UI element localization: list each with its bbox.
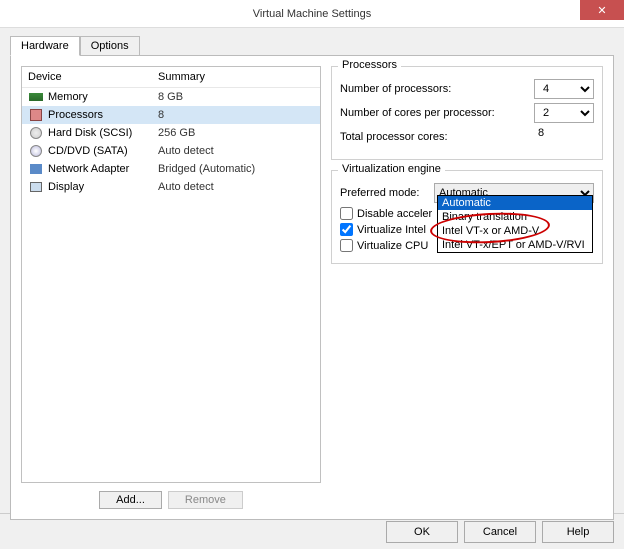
device-row-hard-disk-scsi-[interactable]: Hard Disk (SCSI)256 GB: [22, 124, 320, 142]
close-icon: ✕: [597, 4, 606, 17]
virtualize-intel-label: Virtualize Intel: [357, 224, 426, 236]
cpu-icon: [28, 108, 44, 122]
group-title-ve: Virtualization engine: [338, 163, 445, 175]
tab-hardware[interactable]: Hardware: [10, 36, 80, 56]
preferred-mode-dropdown[interactable]: Automatic Binary translation Intel VT-x …: [437, 195, 593, 253]
virtualize-intel-checkbox[interactable]: [340, 223, 353, 236]
group-processors: Processors Number of processors: 4 Numbe…: [331, 66, 603, 160]
num-processors-label: Number of processors:: [340, 83, 534, 95]
device-name: CD/DVD (SATA): [48, 145, 158, 157]
add-button[interactable]: Add...: [99, 491, 162, 509]
cancel-button[interactable]: Cancel: [464, 521, 536, 543]
tab-options[interactable]: Options: [80, 36, 140, 55]
left-panel: Device Summary Memory8 GBProcessors8Hard…: [21, 66, 321, 509]
net-icon: [28, 162, 44, 176]
device-name: Memory: [48, 91, 158, 103]
content-area: Hardware Options Device Summary Memory8 …: [0, 28, 624, 513]
right-panel: Processors Number of processors: 4 Numbe…: [331, 66, 603, 509]
cd-icon: [28, 144, 44, 158]
hdd-icon: [28, 126, 44, 140]
cores-per-proc-select[interactable]: 2: [534, 103, 594, 123]
device-buttons: Add... Remove: [21, 483, 321, 509]
group-title-processors: Processors: [338, 59, 401, 71]
total-cores-label: Total processor cores:: [340, 131, 534, 143]
device-list: Device Summary Memory8 GBProcessors8Hard…: [21, 66, 321, 483]
device-summary: Bridged (Automatic): [158, 163, 255, 175]
device-row-memory[interactable]: Memory8 GB: [22, 88, 320, 106]
device-row-processors[interactable]: Processors8: [22, 106, 320, 124]
device-name: Processors: [48, 109, 158, 121]
device-list-header: Device Summary: [22, 67, 320, 88]
disable-accel-checkbox[interactable]: [340, 207, 353, 220]
dropdown-option[interactable]: Binary translation: [438, 210, 592, 224]
close-button[interactable]: ✕: [580, 0, 624, 20]
disp-icon: [28, 180, 44, 194]
virtualize-cpu-label: Virtualize CPU: [357, 240, 428, 252]
dropdown-option[interactable]: Automatic: [438, 196, 592, 210]
titlebar: Virtual Machine Settings ✕: [0, 0, 624, 28]
preferred-mode-label: Preferred mode:: [340, 187, 430, 199]
group-virtualization-engine: Virtualization engine Preferred mode: Au…: [331, 170, 603, 264]
window-title: Virtual Machine Settings: [253, 8, 371, 20]
dropdown-option[interactable]: Intel VT-x/EPT or AMD-V/RVI: [438, 238, 592, 252]
tab-body: Device Summary Memory8 GBProcessors8Hard…: [10, 55, 614, 520]
virtualize-cpu-checkbox[interactable]: [340, 239, 353, 252]
device-summary: Auto detect: [158, 181, 214, 193]
disable-accel-label: Disable acceler: [357, 208, 432, 220]
ok-button[interactable]: OK: [386, 521, 458, 543]
cores-per-proc-label: Number of cores per processor:: [340, 107, 534, 119]
col-device: Device: [28, 71, 158, 83]
mem-icon: [28, 90, 44, 104]
device-summary: 8 GB: [158, 91, 183, 103]
device-row-cd-dvd-sata-[interactable]: CD/DVD (SATA)Auto detect: [22, 142, 320, 160]
dropdown-option[interactable]: Intel VT-x or AMD-V: [438, 224, 592, 238]
device-row-display[interactable]: DisplayAuto detect: [22, 178, 320, 196]
col-summary: Summary: [158, 71, 205, 83]
device-summary: 256 GB: [158, 127, 195, 139]
remove-button[interactable]: Remove: [168, 491, 243, 509]
device-name: Display: [48, 181, 158, 193]
num-processors-select[interactable]: 4: [534, 79, 594, 99]
help-button[interactable]: Help: [542, 521, 614, 543]
device-name: Hard Disk (SCSI): [48, 127, 158, 139]
tab-strip: Hardware Options: [10, 36, 614, 55]
total-cores-value: 8: [534, 127, 594, 147]
device-name: Network Adapter: [48, 163, 158, 175]
device-summary: Auto detect: [158, 145, 214, 157]
device-row-network-adapter[interactable]: Network AdapterBridged (Automatic): [22, 160, 320, 178]
device-summary: 8: [158, 109, 164, 121]
